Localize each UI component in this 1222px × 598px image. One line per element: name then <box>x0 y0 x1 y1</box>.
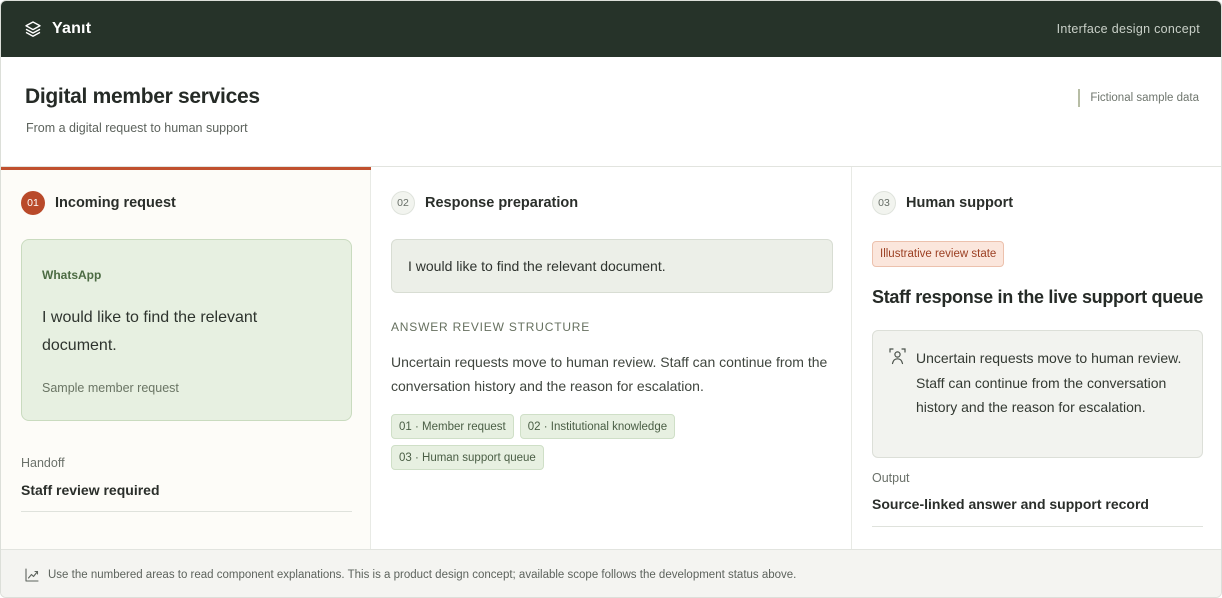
section-caption: ANSWER REVIEW STRUCTURE <box>391 320 591 334</box>
incoming-request-panel[interactable]: 01 Incoming request WhatsApp I would lik… <box>1 167 371 549</box>
footer-note: Use the numbered areas to read component… <box>1 549 1221 597</box>
handoff-label: Handoff <box>21 456 65 470</box>
status-badge: Illustrative review state <box>872 241 1005 267</box>
staff-response-text: Uncertain requests move to human review.… <box>916 350 1182 415</box>
chip-human-support-queue[interactable]: 03 · Human support queue <box>391 445 544 470</box>
active-step-indicator <box>1 167 371 170</box>
member-message: I would like to find the relevant docume… <box>42 309 258 354</box>
app-name: Yanıt <box>52 20 92 37</box>
page-header: Digital member services From a digital r… <box>1 57 1221 167</box>
chip-member-request[interactable]: 01 · Member request <box>391 414 514 439</box>
concept-label: Interface design concept <box>1056 22 1200 36</box>
step-number: 01 <box>21 191 45 215</box>
step-label: Human support <box>906 195 1014 211</box>
page-subtitle: From a digital request to human support <box>26 121 248 135</box>
queue-title: Staff response in the live support queue <box>872 287 1204 307</box>
app-frame: Yanıt Interface design concept Digital m… <box>0 0 1222 598</box>
step-human-support[interactable]: 03 Human support <box>872 191 1013 215</box>
message-caption: Sample member request <box>42 381 179 395</box>
review-description: Uncertain requests move to human review.… <box>391 354 828 394</box>
chip-institutional-knowledge[interactable]: 02 · Institutional knowledge <box>519 414 676 439</box>
channel-label: WhatsApp <box>42 268 102 282</box>
step-label: Response preparation <box>425 195 579 211</box>
member-message-card: WhatsApp I would like to find the releva… <box>21 239 352 421</box>
divider <box>872 526 1203 527</box>
layers-icon <box>25 21 41 37</box>
page-title: Digital member services <box>25 85 260 108</box>
structure-chips: 01 · Member request 02 · Institutional k… <box>391 414 711 470</box>
chart-line-icon <box>25 567 39 582</box>
request-quote: I would like to find the relevant docume… <box>391 239 833 293</box>
output-label: Output <box>872 471 910 485</box>
step-response-preparation[interactable]: 02 Response preparation <box>391 191 578 215</box>
sample-data-note: Fictional sample data <box>1078 89 1199 107</box>
person-icon <box>889 348 906 365</box>
staff-response-box: Uncertain requests move to human review.… <box>872 330 1203 458</box>
handoff-value: Staff review required <box>21 482 160 498</box>
response-preparation-panel[interactable]: 02 Response preparation I would like to … <box>371 167 852 549</box>
footer-text: Use the numbered areas to read component… <box>48 568 797 581</box>
step-number: 02 <box>391 191 415 215</box>
step-incoming-request[interactable]: 01 Incoming request <box>21 191 176 215</box>
step-label: Incoming request <box>55 195 176 211</box>
human-support-panel[interactable]: 03 Human support Illustrative review sta… <box>852 167 1221 549</box>
step-number: 03 <box>872 191 896 215</box>
divider <box>21 511 352 512</box>
output-value: Source-linked answer and support record <box>872 496 1149 512</box>
top-bar: Yanıt Interface design concept <box>1 1 1221 57</box>
brand[interactable]: Yanıt <box>24 20 91 38</box>
